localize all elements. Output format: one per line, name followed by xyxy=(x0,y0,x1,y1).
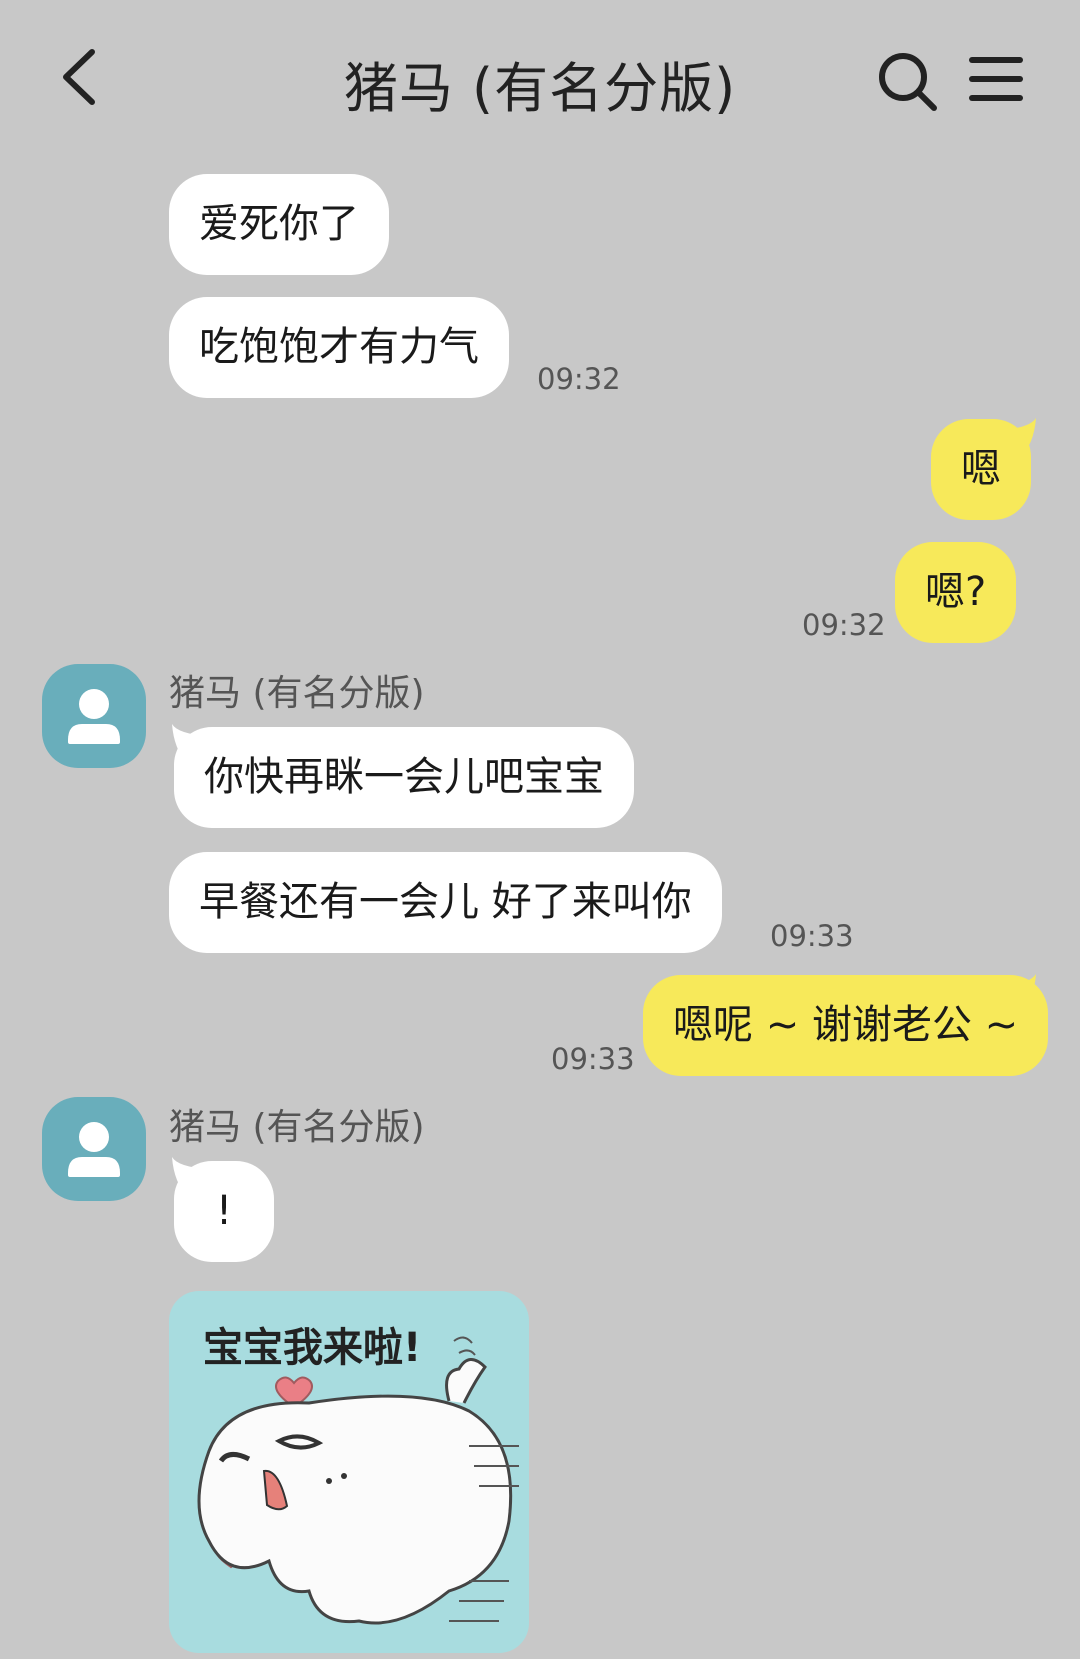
message-timestamp: 09:33 xyxy=(770,919,854,953)
avatar[interactable] xyxy=(42,664,146,768)
message-text: 吃饱饱才有力气 xyxy=(199,324,479,370)
message-bubble-outgoing[interactable]: 嗯呢 ~ 谢谢老公 ~ xyxy=(643,975,1049,1076)
message-text: 嗯? xyxy=(925,569,987,615)
sender-name: 猪马 (有名分版) xyxy=(169,673,425,714)
message-bubble-incoming[interactable]: ! xyxy=(174,1161,274,1262)
message-bubble-incoming[interactable]: 爱死你了 xyxy=(169,174,389,275)
sticker-image[interactable]: 宝宝我来啦! xyxy=(169,1291,529,1653)
person-icon xyxy=(68,689,120,744)
sender-name: 猪马 (有名分版) xyxy=(169,1107,425,1148)
message-text: ! xyxy=(215,1188,233,1234)
message-text: 你快再眯一会儿吧宝宝 xyxy=(204,754,604,800)
message-text: 嗯 xyxy=(961,446,1001,492)
top-bar: 猪马 (有名分版) xyxy=(0,0,1080,160)
message-bubble-incoming[interactable]: 早餐还有一会儿 好了来叫你 xyxy=(169,852,722,953)
message-bubble-incoming[interactable]: 你快再眯一会儿吧宝宝 xyxy=(174,727,634,828)
avatar[interactable] xyxy=(42,1097,146,1201)
message-text: 爱死你了 xyxy=(199,201,359,247)
person-icon xyxy=(68,1122,120,1177)
message-timestamp: 09:32 xyxy=(537,362,621,396)
message-timestamp: 09:32 xyxy=(802,608,886,642)
message-text: 早餐还有一会儿 好了来叫你 xyxy=(199,879,692,925)
message-bubble-incoming[interactable]: 吃饱饱才有力气 xyxy=(169,297,509,398)
message-bubble-outgoing[interactable]: 嗯 xyxy=(931,419,1031,520)
search-icon[interactable] xyxy=(876,50,940,114)
message-timestamp: 09:33 xyxy=(551,1042,635,1076)
sticker-drawing xyxy=(197,1336,519,1625)
message-text: 嗯呢 ~ 谢谢老公 ~ xyxy=(673,1002,1019,1048)
menu-icon[interactable] xyxy=(968,54,1024,104)
message-bubble-outgoing[interactable]: 嗯? xyxy=(895,542,1017,643)
